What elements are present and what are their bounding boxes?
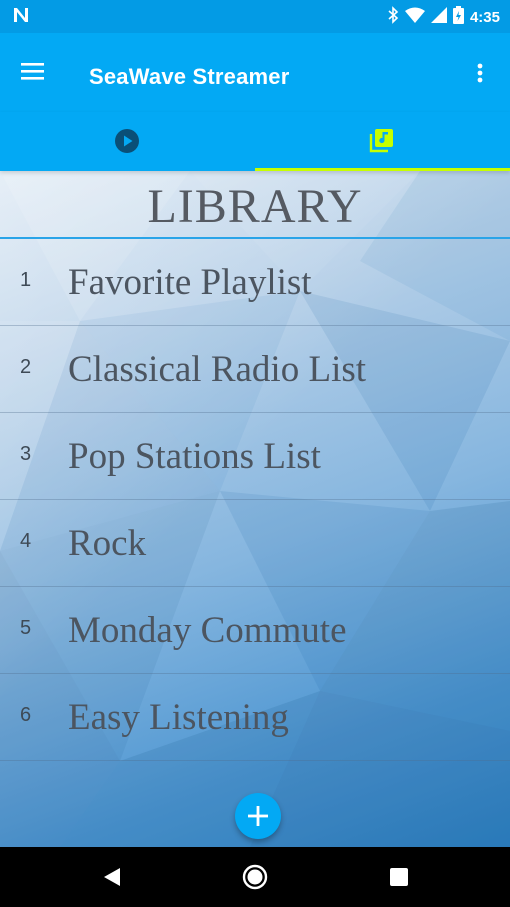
tab-player[interactable]: [0, 112, 255, 171]
home-icon[interactable]: [240, 862, 270, 892]
list-item[interactable]: 5 Monday Commute: [0, 587, 510, 674]
list-item[interactable]: 3 Pop Stations List: [0, 413, 510, 500]
status-bar: 4:35: [0, 0, 510, 33]
item-number: 6: [20, 704, 32, 726]
list-item[interactable]: 4 Rock: [0, 500, 510, 587]
recents-icon[interactable]: [384, 862, 414, 892]
play-circle-icon: [115, 129, 139, 153]
battery-icon: [452, 6, 464, 29]
item-number: 5: [20, 617, 32, 639]
library-title: LIBRARY: [147, 180, 363, 233]
status-time: 4:35: [469, 9, 500, 26]
list-item[interactable]: 6 Easy Listening: [0, 674, 510, 761]
item-label: Favorite Playlist: [68, 262, 312, 303]
item-label: Monday Commute: [68, 610, 347, 651]
status-icons: 4:35: [387, 6, 500, 29]
add-playlist-button[interactable]: [235, 793, 281, 839]
tab-selected-indicator: [255, 168, 510, 171]
back-icon[interactable]: [98, 862, 128, 892]
tab-library[interactable]: [255, 112, 510, 171]
playlist-list: 1 Favorite Playlist 2 Classical Radio Li…: [0, 239, 510, 761]
hamburger-menu-icon[interactable]: [20, 61, 50, 85]
wifi-icon: [404, 7, 425, 28]
add-icon: [248, 806, 268, 826]
app-bar: SeaWave Streamer: [0, 33, 510, 112]
notification-n-icon: [12, 6, 30, 29]
list-item[interactable]: 1 Favorite Playlist: [0, 239, 510, 326]
item-label: Easy Listening: [68, 697, 289, 738]
tab-bar: [0, 112, 510, 171]
more-vert-icon[interactable]: [476, 63, 492, 87]
system-nav-bar: [0, 847, 510, 907]
bluetooth-icon: [387, 6, 399, 29]
app-title: SeaWave Streamer: [89, 64, 290, 89]
item-label: Pop Stations List: [68, 436, 321, 477]
library-music-icon: [369, 129, 393, 153]
app-root: 4:35 SeaWave Streamer LIBRARY 1 Favorite…: [0, 0, 510, 907]
item-label: Rock: [68, 523, 147, 564]
item-number: 2: [20, 356, 32, 378]
library-content: LIBRARY 1 Favorite Playlist 2 Classical …: [0, 171, 510, 847]
list-item[interactable]: 2 Classical Radio List: [0, 326, 510, 413]
item-number: 4: [20, 530, 32, 552]
signal-icon: [430, 7, 447, 28]
item-number: 1: [20, 269, 32, 291]
library-header: LIBRARY: [0, 171, 510, 239]
item-label: Classical Radio List: [68, 349, 367, 390]
item-number: 3: [20, 443, 32, 465]
